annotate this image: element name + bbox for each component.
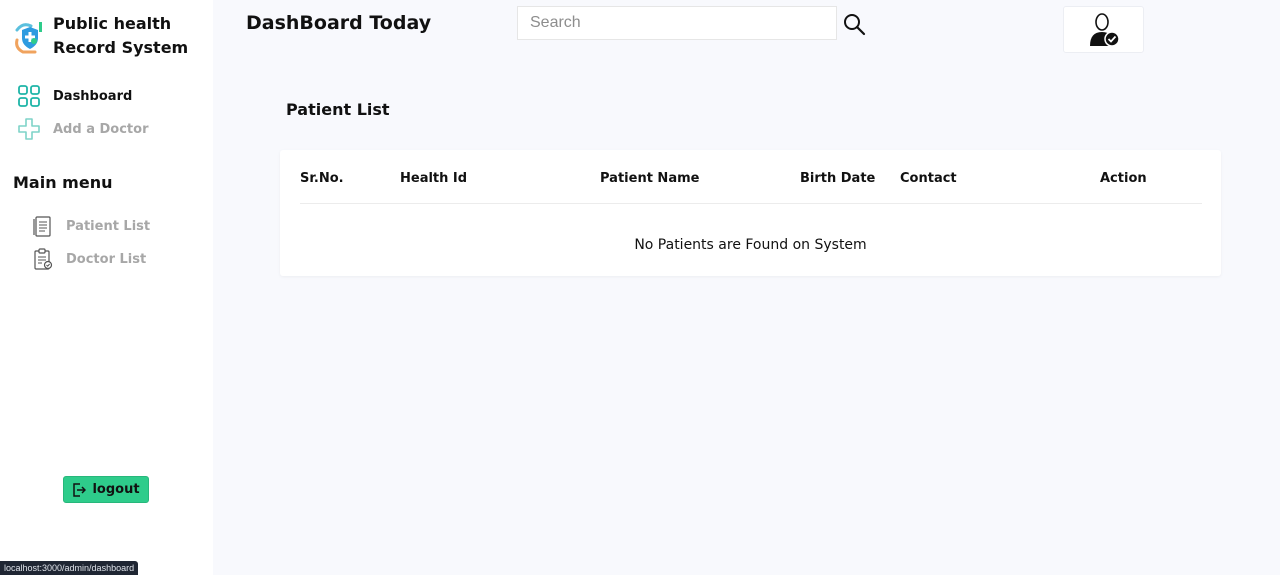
sidebar: Public health Record System Dashboard Ad… [0, 0, 213, 575]
search-input[interactable] [517, 6, 837, 40]
column-header-health-id: Health Id [400, 171, 468, 186]
status-bar-url: localhost:3000/admin/dashboard [0, 561, 139, 575]
logout-icon [73, 482, 87, 497]
sidebar-item-doctor-list[interactable]: Doctor List [33, 248, 146, 270]
clipboard-icon [34, 248, 53, 270]
sidebar-item-label: Patient List [66, 218, 151, 234]
logout-button[interactable]: logout [63, 476, 149, 503]
patient-table: Sr.No. Health Id Patient Name Birth Date… [280, 150, 1221, 276]
logout-label: logout [92, 482, 140, 497]
user-profile-button[interactable] [1063, 6, 1144, 53]
health-shield-logo-icon [15, 22, 42, 54]
sidebar-item-add-doctor[interactable]: Add a Doctor [18, 118, 148, 140]
column-header-action: Action [1100, 171, 1147, 186]
sidebar-item-dashboard[interactable]: Dashboard [18, 85, 132, 107]
sidebar-item-patient-list[interactable]: Patient List [33, 215, 150, 237]
empty-state-message: No Patients are Found on System [634, 237, 867, 253]
column-header-contact: Contact [900, 171, 957, 186]
table-header: Sr.No. Health Id Patient Name Birth Date… [300, 150, 1202, 204]
search-icon[interactable] [842, 12, 866, 36]
sidebar-item-label: Dashboard [53, 88, 133, 104]
brand[interactable]: Public health Record System [13, 12, 193, 60]
sidebar-item-label: Doctor List [66, 251, 147, 267]
column-header-birth-date: Birth Date [800, 171, 876, 186]
column-header-sr-no: Sr.No. [300, 171, 344, 186]
patient-list-title: Patient List [286, 100, 390, 119]
main-menu-title: Main menu [13, 173, 113, 192]
sidebar-item-label: Add a Doctor [53, 121, 149, 137]
column-header-patient-name: Patient Name [600, 171, 700, 186]
dashboard-grid-icon [18, 85, 40, 107]
document-list-icon [33, 216, 51, 237]
brand-title: Public health Record System [53, 14, 189, 57]
page-title: DashBoard Today [246, 12, 432, 34]
verified-user-avatar-icon [1089, 12, 1120, 47]
medical-cross-icon [18, 118, 40, 140]
